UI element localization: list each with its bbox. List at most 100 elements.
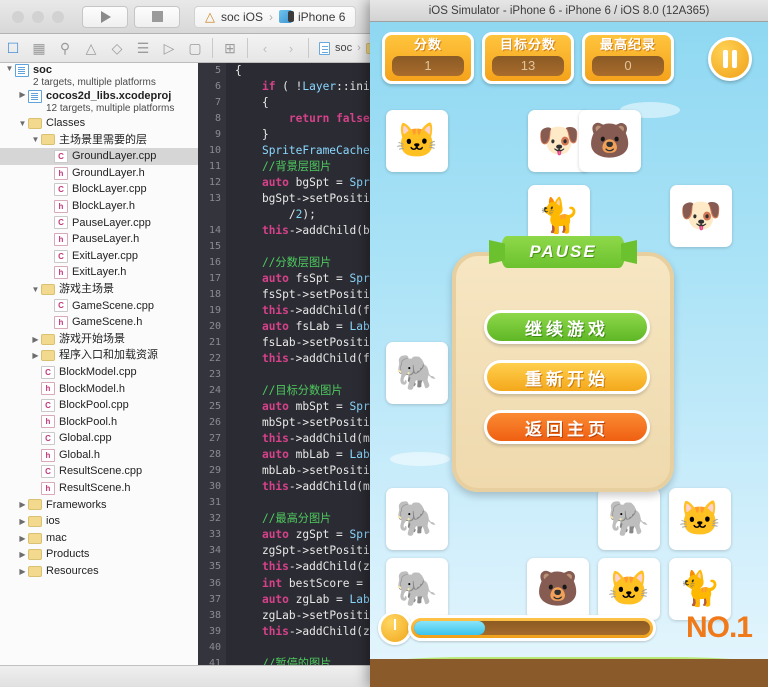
scheme-selector[interactable]: △ soc iOS › iPhone 6	[194, 5, 357, 28]
chevron-right-icon[interactable]: ▶	[17, 90, 28, 99]
line-number: 8	[214, 113, 221, 125]
run-button[interactable]	[82, 5, 128, 28]
search-icon[interactable]: ⚲	[52, 34, 78, 63]
navigator-row[interactable]: h GameScene.h	[0, 314, 198, 331]
stop-button[interactable]	[134, 5, 180, 28]
navigator-row[interactable]: C PauseLayer.cpp	[0, 215, 198, 232]
navigator-row-label: GroundLayer.h	[72, 166, 145, 179]
navigator-row[interactable]: C ExitLayer.cpp	[0, 248, 198, 265]
pause-icon-2	[732, 50, 737, 68]
navigator-row[interactable]: ▶ 程序入口和加载资源	[0, 347, 198, 364]
chevron-down-icon[interactable]: ▼	[17, 119, 28, 128]
back-to-home-button[interactable]: 返回主页	[484, 410, 650, 444]
navigator-row[interactable]: C BlockLayer.cpp	[0, 181, 198, 198]
game-card[interactable]: 🐱	[386, 110, 448, 172]
chevron-right-icon[interactable]: ▶	[17, 534, 28, 543]
report-icon[interactable]: ▢	[182, 34, 208, 63]
chevron-down-icon[interactable]: ▼	[30, 135, 41, 144]
cpp-icon: C	[41, 432, 55, 446]
back-button[interactable]: ‹	[252, 34, 278, 63]
navigator-row[interactable]: ▼ 主场景里需要的层	[0, 132, 198, 149]
navigator-row[interactable]: C BlockModel.cpp	[0, 364, 198, 381]
navigator-row[interactable]: ▼ Classes	[0, 115, 198, 132]
issue-icon[interactable]: ◇	[104, 34, 130, 63]
line-number: 34	[208, 545, 221, 557]
game-card[interactable]: 🐘	[386, 342, 448, 404]
close-button[interactable]	[12, 10, 24, 23]
chevron-right-icon[interactable]: ▶	[17, 517, 28, 526]
timer-progress-fill	[414, 621, 485, 635]
navigator-row[interactable]: h BlockPool.h	[0, 414, 198, 431]
navigator-row[interactable]: ▼ 游戏主场景	[0, 281, 198, 298]
restart-game-button[interactable]: 重新开始	[484, 360, 650, 394]
zoom-button[interactable]	[52, 10, 64, 23]
target-score-box-value: 13	[492, 56, 564, 76]
navigator-row[interactable]: C GroundLayer.cpp	[0, 148, 198, 165]
navigator-row[interactable]: h PauseLayer.h	[0, 231, 198, 248]
xcode-app-icon: △	[205, 8, 215, 24]
minimize-button[interactable]	[32, 10, 44, 23]
folder-icon[interactable]: ☐	[0, 34, 26, 63]
navigator-row-label: GroundLayer.cpp	[72, 150, 157, 163]
test-icon[interactable]: ☰	[130, 34, 156, 63]
chevron-right-icon[interactable]: ▶	[30, 351, 41, 360]
scheme-separator: ›	[269, 9, 274, 24]
game-card[interactable]: 🐻	[579, 110, 641, 172]
navigator-row-label: BlockModel.cpp	[59, 365, 137, 378]
folder-icon	[28, 516, 42, 528]
scheme-target-label: soc iOS	[221, 9, 264, 24]
navigator-row[interactable]: ▶ ios	[0, 513, 198, 530]
game-card[interactable]: 🐘	[598, 488, 660, 550]
navigator-row[interactable]: ▶ Frameworks	[0, 497, 198, 514]
game-card[interactable]: 🐶	[670, 185, 732, 247]
related-items-icon[interactable]: ⊞	[217, 34, 243, 63]
breadcrumb-project[interactable]: soc	[335, 42, 352, 54]
tag-icon[interactable]: ▷	[156, 34, 182, 63]
navigator-row[interactable]: C BlockPool.cpp	[0, 397, 198, 414]
navigator-row[interactable]: h ExitLayer.h	[0, 264, 198, 281]
chevron-right-icon[interactable]: ▶	[30, 335, 41, 344]
line-number: 29	[208, 465, 221, 477]
navigator-row[interactable]: ▶ Resources	[0, 563, 198, 580]
navigator-row[interactable]: h BlockModel.h	[0, 381, 198, 398]
chevron-right-icon[interactable]: ▶	[17, 500, 28, 509]
warning-icon[interactable]: △	[78, 34, 104, 63]
hierarchy-icon[interactable]: ▦	[26, 34, 52, 63]
chevron-right-icon[interactable]: ▶	[17, 550, 28, 559]
line-number: 19	[208, 305, 221, 317]
navigator-row[interactable]: ▼ soc 2 targets, multiple platforms	[0, 63, 198, 89]
navigator-row-label: mac	[46, 531, 67, 544]
navigator-row[interactable]: h Global.h	[0, 447, 198, 464]
pause-button[interactable]	[708, 37, 752, 81]
game-card[interactable]: 🐘	[386, 488, 448, 550]
game-card[interactable]: 🐱	[669, 488, 731, 550]
cpp-icon: C	[41, 465, 55, 479]
navigator-row-label: 程序入口和加载资源	[59, 349, 158, 362]
navigator-row[interactable]: ▶ mac	[0, 530, 198, 547]
navigator-row[interactable]: C ResultScene.cpp	[0, 463, 198, 480]
simulator-title: iOS Simulator - iPhone 6 - iPhone 6 / iO…	[370, 0, 768, 22]
navigator-row[interactable]: ▶ 游戏开始场景	[0, 331, 198, 348]
navigator-row[interactable]: ▶ Products	[0, 546, 198, 563]
timer-row: NO.1	[370, 611, 768, 645]
navigator-row[interactable]: h ResultScene.h	[0, 480, 198, 497]
forward-button[interactable]: ›	[278, 34, 304, 63]
navigator-row[interactable]: h GroundLayer.h	[0, 165, 198, 182]
line-number: 11	[208, 161, 221, 173]
window-controls[interactable]	[12, 10, 64, 23]
navigator-row[interactable]: C GameScene.cpp	[0, 298, 198, 315]
navigator-row[interactable]: C Global.cpp	[0, 430, 198, 447]
target-score-box-label: 目标分数	[499, 37, 556, 52]
bear-blue-icon: 🐻	[588, 122, 632, 160]
project-navigator[interactable]: ▼ soc 2 targets, multiple platforms ▶ cocos2…	[0, 63, 198, 665]
navigator-row[interactable]: h BlockLayer.h	[0, 198, 198, 215]
chevron-down-icon[interactable]: ▼	[4, 64, 15, 73]
cpp-icon: C	[54, 299, 68, 313]
simulator-screen[interactable]: 分数 1 目标分数 13 最高纪录 0 🐱 🐶 🐻 🐈 🐶 🐘 🐘 🐘 🐱 🐘 🐻 🐱 🐈 PAUSE 继续游戏 …	[370, 22, 768, 687]
chevron-down-icon[interactable]: ▼	[30, 285, 41, 294]
resume-game-button[interactable]: 继续游戏	[484, 310, 650, 344]
chevron-right-icon[interactable]: ▶	[17, 567, 28, 576]
navigator-row[interactable]: ▶ cocos2d_libs.xcodeproj 12 targets, multi…	[0, 89, 198, 115]
elephant-icon: 🐘	[395, 354, 439, 392]
navigator-row-label: PauseLayer.cpp	[72, 216, 151, 229]
